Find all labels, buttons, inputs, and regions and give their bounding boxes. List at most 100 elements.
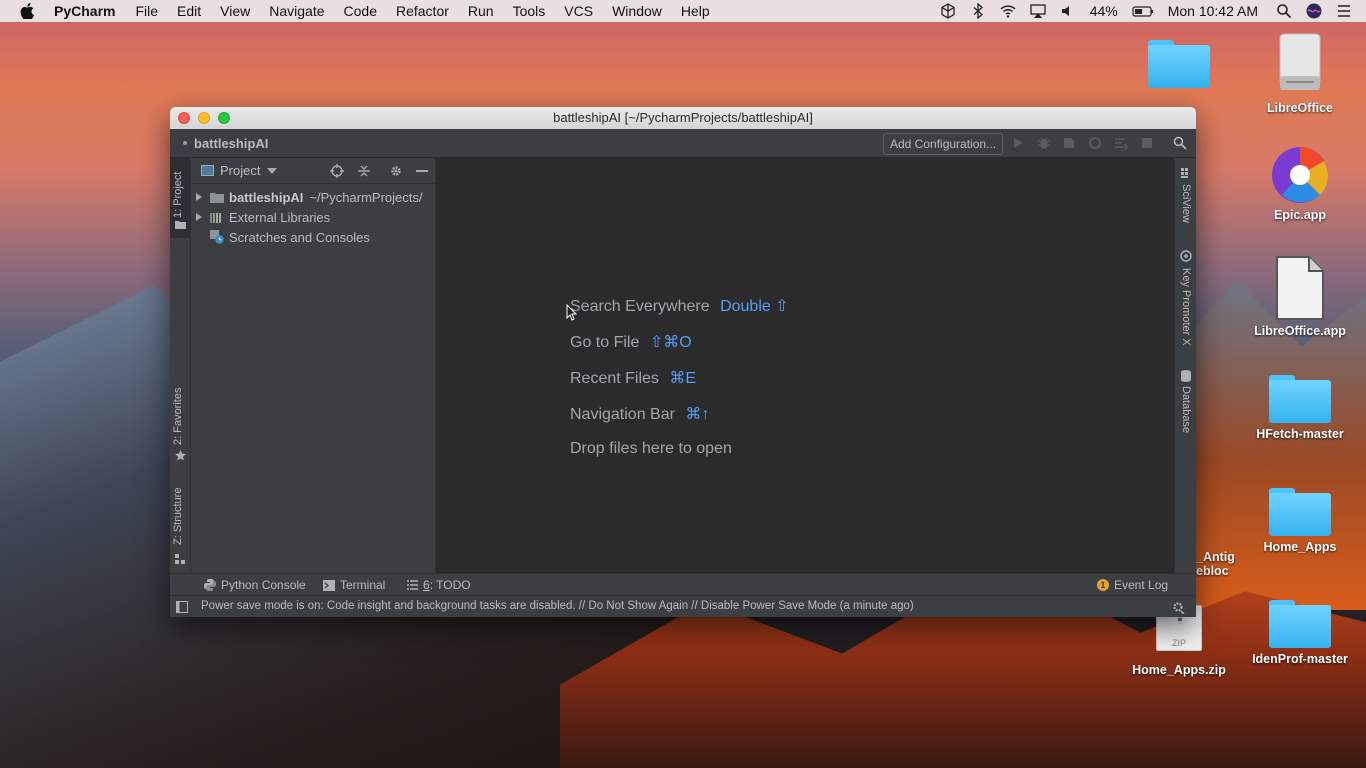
menu-refactor[interactable]: Refactor — [396, 3, 449, 19]
tree-item-path: ~/PycharmProjects/ — [309, 189, 423, 205]
breadcrumb[interactable]: battleshipAI — [183, 136, 268, 151]
virtualbox-icon[interactable] — [940, 3, 956, 19]
menu-clock[interactable]: Mon 10:42 AM — [1168, 3, 1258, 19]
volume-icon[interactable] — [1060, 3, 1076, 19]
desktop-folder-top[interactable] — [1148, 40, 1210, 88]
tree-item-external-libraries[interactable]: External Libraries — [191, 207, 435, 227]
airplay-icon[interactable] — [1030, 3, 1046, 19]
status-message[interactable]: Power save mode is on: Code insight and … — [201, 600, 914, 612]
hide-panel-icon[interactable] — [416, 170, 428, 172]
tab-project[interactable]: 1: Project — [170, 158, 191, 238]
star-icon — [175, 450, 186, 461]
run-icon[interactable] — [1011, 136, 1025, 150]
key-promoter-icon — [1180, 250, 1192, 262]
epic-browser-icon — [1272, 147, 1328, 203]
desktop-icon-epic[interactable]: Epic.app — [1245, 145, 1355, 222]
tab-todo-label: : TODO — [429, 578, 471, 592]
toggle-tool-windows-icon[interactable] — [176, 601, 188, 613]
hint-label: Go to File — [570, 334, 640, 351]
desktop-icon-hfetch[interactable]: HFetch-master — [1245, 375, 1355, 441]
hint-navigation-bar: Navigation Bar ⌘↑ — [570, 404, 709, 424]
run-with-coverage-icon[interactable] — [1062, 136, 1076, 150]
breadcrumb-project[interactable]: battleshipAI — [194, 136, 268, 151]
tab-sciview[interactable]: SciView — [1175, 166, 1196, 236]
tab-sciview-label: SciView — [1180, 184, 1192, 223]
folder-icon — [1269, 600, 1331, 648]
menu-tools[interactable]: Tools — [513, 3, 546, 19]
desktop-label: Home_Apps.zip — [1132, 663, 1226, 677]
tab-todo[interactable]: 6: TODO — [407, 578, 471, 592]
tree-item-label: External Libraries — [229, 209, 331, 225]
collapse-all-icon[interactable] — [357, 164, 371, 178]
add-configuration-button[interactable]: Add Configuration... — [883, 133, 1004, 155]
desktop-icon-libreoffice-drive[interactable]: LibreOffice — [1245, 32, 1355, 115]
menu-view[interactable]: View — [220, 3, 250, 19]
menu-bar: PyCharm File Edit View Navigate Code Ref… — [0, 0, 1366, 22]
power-save-icon[interactable] — [1172, 601, 1185, 614]
menu-navigate[interactable]: Navigate — [269, 3, 324, 19]
close-button[interactable] — [178, 112, 190, 124]
stop-icon[interactable] — [1140, 136, 1154, 150]
menu-code[interactable]: Code — [344, 3, 377, 19]
tab-structure-label: Z: Structure — [172, 487, 184, 545]
tab-favorites[interactable]: 2: Favorites — [170, 383, 191, 468]
drive-icon — [1279, 33, 1321, 90]
hint-label: Search Everywhere — [570, 298, 710, 315]
siri-icon[interactable] — [1306, 3, 1322, 19]
folder-icon — [175, 221, 186, 229]
menu-file[interactable]: File — [135, 3, 158, 19]
tree-item-scratches[interactable]: Scratches and Consoles — [191, 227, 435, 247]
zoom-button[interactable] — [218, 112, 230, 124]
desktop-label: ebloc — [1196, 564, 1229, 578]
project-view-icon — [201, 165, 214, 176]
scratches-icon — [210, 230, 224, 244]
tab-structure[interactable]: Z: Structure — [170, 483, 191, 568]
menu-edit[interactable]: Edit — [177, 3, 201, 19]
locate-icon[interactable] — [330, 164, 344, 178]
tab-python-console[interactable]: Python Console — [204, 578, 306, 592]
hint-go-to-file: Go to File ⇧⌘O — [570, 332, 692, 352]
bluetooth-icon[interactable] — [970, 3, 986, 19]
right-tool-stripe: SciView Key Promoter X Database — [1174, 158, 1196, 573]
gear-icon[interactable] — [389, 164, 403, 178]
expand-arrow-icon[interactable] — [196, 213, 202, 221]
desktop-label: _Antig — [1196, 550, 1235, 564]
window-titlebar[interactable]: battleshipAI [~/PycharmProjects/battlesh… — [170, 107, 1196, 129]
minimize-button[interactable] — [198, 112, 210, 124]
menu-window[interactable]: Window — [612, 3, 662, 19]
debug-icon[interactable] — [1037, 136, 1051, 150]
search-everywhere-icon[interactable] — [1173, 136, 1187, 150]
spotlight-search-icon[interactable] — [1276, 3, 1292, 19]
zip-badge: ZIP — [1171, 638, 1186, 648]
desktop-icon-libreoffice-app[interactable]: LibreOffice.app — [1245, 255, 1355, 338]
menu-help[interactable]: Help — [681, 3, 710, 19]
tab-terminal[interactable]: Terminal — [323, 578, 385, 592]
desktop-icon-idenprof[interactable]: IdenProf-master — [1245, 600, 1355, 666]
project-view-selector[interactable]: Project — [220, 163, 260, 178]
folder-icon — [1269, 375, 1331, 423]
concurrency-diagram-icon[interactable] — [1114, 136, 1128, 150]
apple-icon[interactable] — [20, 3, 34, 19]
hint-shortcut: ⌘↑ — [685, 406, 710, 423]
menu-app-name[interactable]: PyCharm — [54, 3, 115, 19]
hint-label: Navigation Bar — [570, 406, 675, 423]
chevron-down-icon[interactable] — [267, 167, 278, 174]
desktop-label: HFetch-master — [1256, 427, 1344, 441]
battery-icon[interactable] — [1132, 3, 1154, 19]
editor-empty-area[interactable]: Search Everywhere Double ⇧ Go to File ⇧⌘… — [436, 158, 1174, 573]
menu-vcs[interactable]: VCS — [564, 3, 593, 19]
tree-item-battleshipai[interactable]: battleshipAI ~/PycharmProjects/ — [191, 187, 435, 207]
tab-database[interactable]: Database — [1175, 368, 1196, 448]
tree-item-label: Scratches and Consoles — [229, 229, 370, 245]
expand-arrow-icon[interactable] — [196, 193, 202, 201]
desktop-icon-home-apps[interactable]: Home_Apps — [1245, 488, 1355, 554]
tab-key-promoter[interactable]: Key Promoter X — [1175, 248, 1196, 353]
hint-recent-files: Recent Files ⌘E — [570, 368, 696, 388]
notification-center-icon[interactable] — [1336, 3, 1352, 19]
wifi-icon[interactable] — [1000, 3, 1016, 19]
document-icon — [1276, 256, 1324, 320]
project-panel: Project battleshipAI ~/PycharmProjects/ — [191, 158, 436, 573]
profile-icon[interactable] — [1088, 136, 1102, 150]
tab-event-log[interactable]: 1 Event Log — [1097, 578, 1168, 592]
menu-run[interactable]: Run — [468, 3, 494, 19]
